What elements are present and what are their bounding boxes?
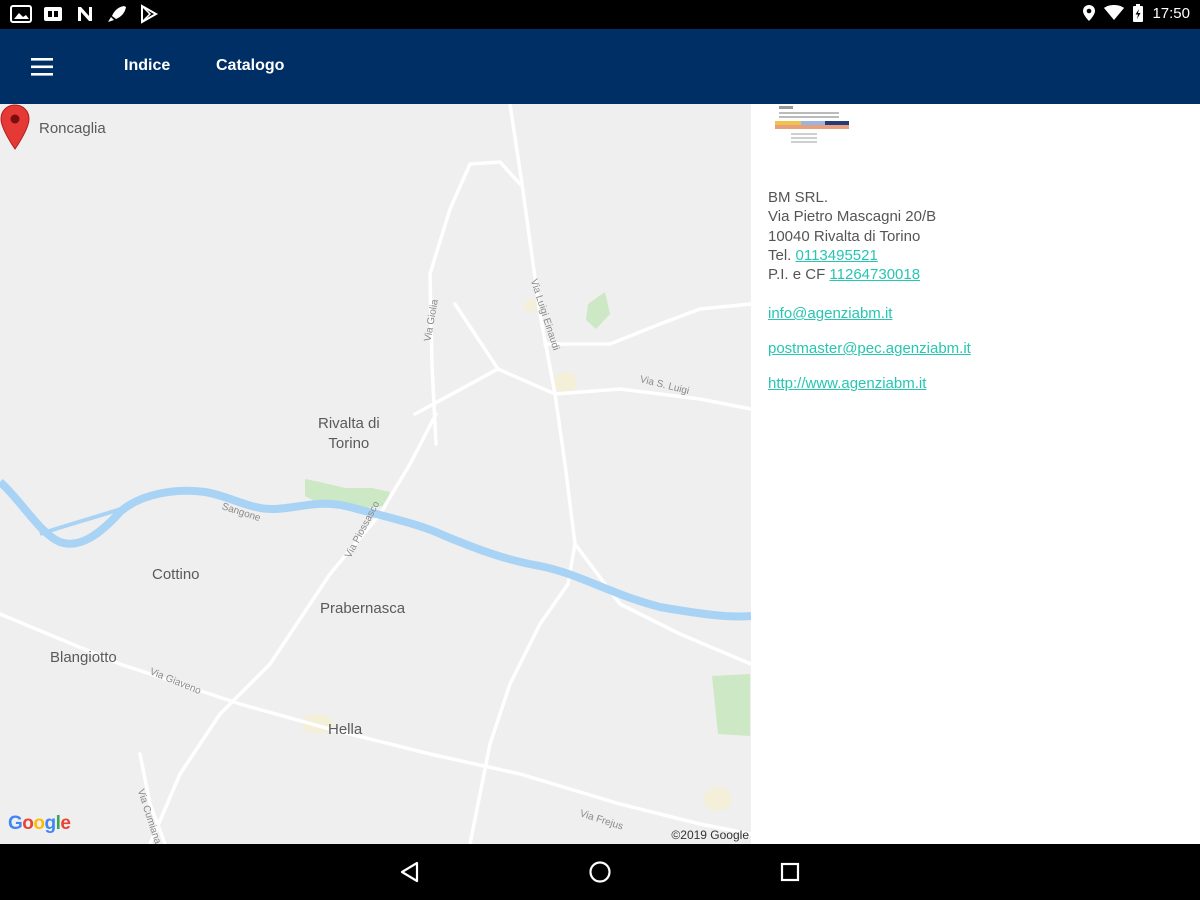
- back-icon[interactable]: [396, 858, 424, 886]
- system-navigation-bar: [0, 844, 1200, 900]
- recents-icon[interactable]: [776, 858, 804, 886]
- wifi-icon: [1104, 5, 1125, 20]
- map-copyright: ©2019 Google: [671, 828, 749, 842]
- place-label-prabernasca: Prabernasca: [320, 600, 406, 617]
- contact-panel: BM SRL. Via Pietro Mascagni 20/B 10040 R…: [751, 104, 1200, 844]
- phone-link[interactable]: 0113495521: [796, 247, 878, 264]
- sim-card-icon: [44, 7, 62, 21]
- company-street: Via Pietro Mascagni 20/B: [768, 208, 937, 226]
- map-view[interactable]: Roncaglia Rivalta di Torino Cottino Prab…: [0, 104, 751, 844]
- company-name: BM SRL.: [768, 189, 829, 206]
- vat-link[interactable]: 11264730018: [829, 266, 920, 283]
- place-label-cottino: Cottino: [152, 566, 200, 583]
- vat-line: P.I. e CF 11264730018: [768, 265, 936, 284]
- map-canvas: [0, 104, 751, 844]
- place-label-blangiotto: Blangiotto: [50, 649, 117, 666]
- email-link[interactable]: info@agenziabm.it: [768, 305, 892, 322]
- company-city: 10040 Rivalta di Torino: [768, 227, 921, 245]
- place-label-rivalta: Rivalta di Torino: [318, 415, 380, 452]
- place-label-roncaglia: Roncaglia: [39, 120, 106, 137]
- notification-icons: [10, 4, 160, 24]
- clock: 17:50: [1152, 4, 1190, 22]
- home-icon[interactable]: [586, 858, 614, 886]
- address-block: BM SRL. Via Pietro Mascagni 20/B 10040 R…: [768, 188, 936, 284]
- app-bar: Indice Catalogo: [0, 29, 1200, 104]
- nav-indice[interactable]: Indice: [124, 57, 170, 75]
- nav-catalogo[interactable]: Catalogo: [216, 57, 284, 75]
- map-pin-icon[interactable]: [0, 104, 30, 150]
- n-notification-icon: [78, 7, 92, 21]
- phone-label: Tel.: [768, 246, 792, 264]
- vat-label: P.I. e CF: [768, 266, 826, 284]
- location-icon: [1083, 5, 1096, 21]
- rocket-icon: [108, 6, 126, 22]
- status-bar: 17:50: [0, 0, 1200, 29]
- system-status: 17:50: [1082, 4, 1190, 22]
- phone-line: Tel. 0113495521: [768, 246, 936, 265]
- pec-email-link[interactable]: postmaster@pec.agenziabm.it: [768, 340, 971, 357]
- place-label-hella: Hella: [328, 721, 363, 738]
- company-logo: [775, 106, 849, 143]
- battery-icon: [1133, 4, 1144, 22]
- google-logo: Google: [8, 813, 71, 834]
- gallery-icon: [10, 5, 32, 23]
- website-link[interactable]: http://www.agenziabm.it: [768, 375, 926, 392]
- play-store-icon: [141, 4, 159, 24]
- hamburger-menu-icon[interactable]: [24, 49, 60, 85]
